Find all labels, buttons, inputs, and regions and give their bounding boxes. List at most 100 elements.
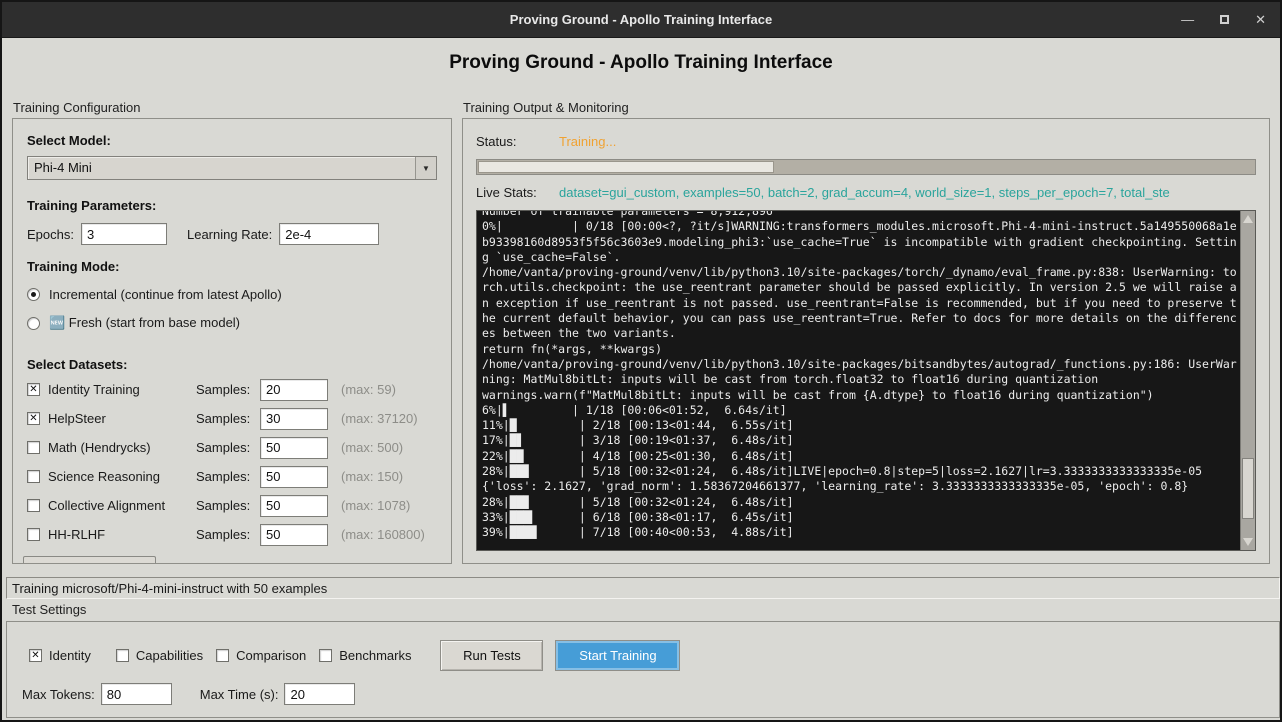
training-mode-label: Training Mode: bbox=[27, 259, 437, 274]
dataset-max: (max: 500) bbox=[341, 440, 403, 455]
radio-icon[interactable] bbox=[27, 288, 40, 301]
dataset-checkbox[interactable]: ✕ bbox=[27, 383, 40, 396]
dataset-max: (max: 59) bbox=[341, 382, 396, 397]
epochs-label: Epochs: bbox=[27, 227, 74, 242]
live-stats-label: Live Stats: bbox=[476, 185, 559, 200]
monitor-section-label: Training Output & Monitoring bbox=[463, 100, 629, 115]
params-row: Epochs: Learning Rate: bbox=[27, 223, 437, 245]
dataset-name: HH-RLHF bbox=[48, 527, 196, 542]
monitor-frame: Status: Training... Live Stats: dataset=… bbox=[462, 118, 1270, 564]
dataset-max: (max: 160800) bbox=[341, 527, 425, 542]
max-tokens-input[interactable] bbox=[101, 683, 172, 705]
training-log-terminal[interactable]: Number of trainable parameters = 8,912,8… bbox=[477, 211, 1240, 550]
config-section-label: Training Configuration bbox=[13, 100, 140, 115]
samples-input[interactable] bbox=[260, 437, 328, 459]
status-bar: Training microsoft/Phi-4-mini-instruct w… bbox=[6, 577, 1280, 599]
max-tokens-label: Max Tokens: bbox=[22, 687, 95, 702]
select-model-label: Select Model: bbox=[27, 133, 437, 148]
dataset-max: (max: 37120) bbox=[341, 411, 418, 426]
checkbox-icon[interactable] bbox=[319, 649, 332, 662]
training-mode-list: Incremental (continue from latest Apollo… bbox=[27, 287, 437, 331]
dataset-max: (max: 150) bbox=[341, 469, 403, 484]
test-checkbox-label: Comparison bbox=[236, 648, 306, 663]
training-mode-option[interactable]: 🆕 Fresh (start from base model) bbox=[27, 315, 437, 331]
dataset-name: HelpSteer bbox=[48, 411, 196, 426]
config-frame: Select Model: Phi-4 Mini ▼ Training Para… bbox=[12, 118, 452, 564]
samples-label: Samples: bbox=[196, 440, 256, 455]
dataset-name: Science Reasoning bbox=[48, 469, 196, 484]
scrollbar-thumb[interactable] bbox=[1242, 458, 1254, 519]
samples-input[interactable] bbox=[260, 408, 328, 430]
samples-label: Samples: bbox=[196, 382, 256, 397]
dataset-row: Science ReasoningSamples: (max: 150) bbox=[27, 462, 437, 491]
page-title: Proving Ground - Apollo Training Interfa… bbox=[2, 52, 1280, 74]
title-bar: Proving Ground - Apollo Training Interfa… bbox=[2, 2, 1280, 38]
status-row: Status: Training... bbox=[476, 134, 1256, 149]
learning-rate-input[interactable] bbox=[279, 223, 379, 245]
samples-input[interactable] bbox=[260, 466, 328, 488]
test-checkbox-item[interactable]: Comparison bbox=[216, 648, 306, 663]
dataset-checkbox[interactable] bbox=[27, 499, 40, 512]
dataset-checkbox[interactable]: ✕ bbox=[27, 412, 40, 425]
test-checkbox-label: Capabilities bbox=[136, 648, 203, 663]
minimize-icon[interactable]: — bbox=[1181, 13, 1194, 26]
dataset-checkbox[interactable] bbox=[27, 528, 40, 541]
dataset-row: ✕Identity TrainingSamples:(max: 59) bbox=[27, 375, 437, 404]
dataset-row: Collective AlignmentSamples:(max: 1078) bbox=[27, 491, 437, 520]
start-training-button[interactable]: Start Training bbox=[555, 640, 680, 671]
training-params-label: Training Parameters: bbox=[27, 198, 437, 213]
maximize-icon[interactable] bbox=[1220, 13, 1229, 26]
live-stats-value: dataset=gui_custom, examples=50, batch=2… bbox=[559, 185, 1170, 200]
select-datasets-label: Select Datasets: bbox=[27, 357, 437, 372]
scroll-down-icon[interactable] bbox=[1241, 535, 1255, 549]
samples-label: Samples: bbox=[196, 498, 256, 513]
training-mode-label-text: 🆕 Fresh (start from base model) bbox=[49, 315, 240, 331]
samples-input[interactable] bbox=[260, 524, 328, 546]
status-value: Training... bbox=[559, 134, 616, 149]
close-icon[interactable]: ✕ bbox=[1255, 13, 1266, 26]
maximize-box-icon bbox=[1220, 15, 1229, 24]
app-window: Proving Ground - Apollo Training Interfa… bbox=[0, 0, 1282, 722]
samples-label: Samples: bbox=[196, 411, 256, 426]
dataset-name: Collective Alignment bbox=[48, 498, 196, 513]
dataset-name: Math (Hendrycks) bbox=[48, 440, 196, 455]
dataset-checkbox[interactable] bbox=[27, 441, 40, 454]
test-checkbox-item[interactable]: Capabilities bbox=[116, 648, 203, 663]
checkbox-icon[interactable] bbox=[216, 649, 229, 662]
scroll-up-icon[interactable] bbox=[1241, 212, 1255, 226]
epochs-input[interactable] bbox=[81, 223, 167, 245]
run-tests-button[interactable]: Run Tests bbox=[440, 640, 543, 671]
test-checkbox-label: Benchmarks bbox=[339, 648, 411, 663]
learning-rate-label: Learning Rate: bbox=[187, 227, 272, 242]
model-combobox-value: Phi-4 Mini bbox=[28, 157, 415, 179]
terminal-text: Number of trainable parameters = 8,912,8… bbox=[482, 211, 1235, 541]
dataset-row: Math (Hendrycks)Samples: (max: 500) bbox=[27, 433, 437, 462]
model-combobox[interactable]: Phi-4 Mini ▼ bbox=[27, 156, 437, 180]
test-checkbox-item[interactable]: Benchmarks bbox=[319, 648, 411, 663]
tests-row-1: ✕ Identity Capabilities Comparison Benchmark… bbox=[29, 640, 1265, 671]
training-mode-option[interactable]: Incremental (continue from latest Apollo… bbox=[27, 287, 437, 302]
terminal-scrollbar[interactable] bbox=[1240, 211, 1255, 550]
max-time-input[interactable] bbox=[284, 683, 355, 705]
samples-input[interactable] bbox=[260, 379, 328, 401]
progressbar-fill bbox=[478, 161, 774, 173]
samples-label: Samples: bbox=[196, 527, 256, 542]
samples-input[interactable] bbox=[260, 495, 328, 517]
dataset-row: ✕ HelpSteerSamples: (max: 37120) bbox=[27, 404, 437, 433]
dataset-row: HH-RLHFSamples: (max: 160800) bbox=[27, 520, 437, 549]
test-checkbox-item[interactable]: ✕ Identity bbox=[29, 648, 91, 663]
test-checkbox-label: Identity bbox=[49, 648, 91, 663]
tests-frame: ✕ Identity Capabilities Comparison Benchmark… bbox=[6, 621, 1280, 718]
test-checkbox-list: ✕ Identity Capabilities Comparison Benchmark… bbox=[29, 648, 424, 663]
status-label: Status: bbox=[476, 134, 559, 149]
checkbox-icon[interactable]: ✕ bbox=[29, 649, 42, 662]
training-mode-label-text: Incremental (continue from latest Apollo… bbox=[49, 287, 282, 302]
max-time-label: Max Time (s): bbox=[200, 687, 279, 702]
chevron-down-icon[interactable]: ▼ bbox=[415, 157, 436, 179]
radio-icon[interactable] bbox=[27, 317, 40, 330]
window-title: Proving Ground - Apollo Training Interfa… bbox=[510, 12, 772, 27]
checkbox-icon[interactable] bbox=[116, 649, 129, 662]
dataset-checkbox[interactable] bbox=[27, 470, 40, 483]
training-progressbar bbox=[476, 159, 1256, 175]
samples-label: Samples: bbox=[196, 469, 256, 484]
